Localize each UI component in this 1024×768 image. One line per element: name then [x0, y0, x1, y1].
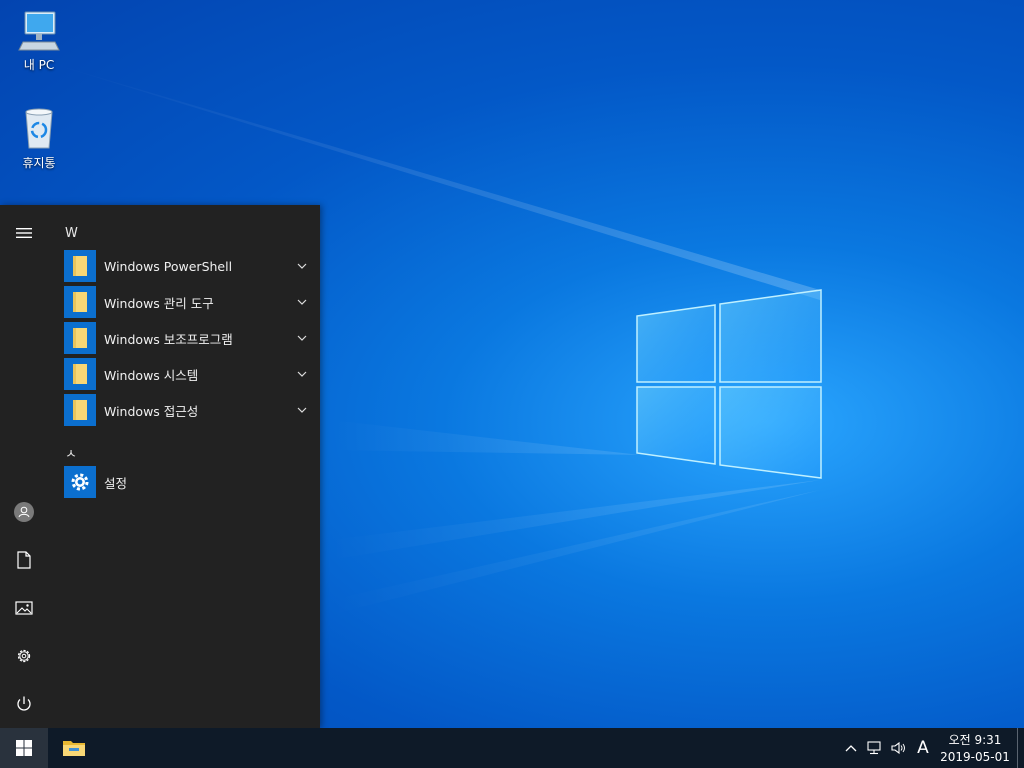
app-label: Windows 관리 도구 [104, 295, 214, 311]
desktop-icon-recycle-bin[interactable]: 휴지통 [6, 106, 72, 171]
file-explorer-icon [63, 741, 85, 756]
desktop-icon-label: 내 PC [23, 58, 55, 72]
app-label: Windows 시스템 [104, 367, 199, 383]
show-hidden-icons-button[interactable] [839, 728, 863, 768]
windows-logo-icon [16, 740, 32, 756]
volume-icon [891, 741, 905, 755]
start-menu: W Windows PowerShell Windows 관리 도구 Windo… [0, 205, 320, 728]
group-header-siot[interactable]: ㅅ [65, 443, 77, 462]
app-tile [64, 394, 96, 426]
settings-gear-icon [17, 649, 31, 663]
chevron-down-icon[interactable] [294, 366, 310, 382]
chevron-down-icon[interactable] [294, 402, 310, 418]
hamburger-menu-icon [16, 228, 32, 238]
chevron-up-icon [845, 745, 857, 752]
documents-button[interactable] [0, 538, 48, 582]
app-tile [64, 466, 96, 498]
this-pc-icon [18, 11, 60, 51]
settings-button[interactable] [0, 634, 48, 678]
chevron-down-icon[interactable] [294, 294, 310, 310]
settings-gear-icon [71, 473, 89, 491]
user-avatar-icon [14, 502, 34, 522]
power-icon [17, 696, 31, 711]
app-tile [64, 358, 96, 390]
app-folder-admin-tools[interactable]: Windows 관리 도구 [64, 285, 312, 319]
pictures-icon [15, 601, 33, 615]
app-folder-powershell[interactable]: Windows PowerShell [64, 249, 312, 283]
folder-icon [73, 292, 87, 312]
app-folder-system[interactable]: Windows 시스템 [64, 357, 312, 391]
group-header-w[interactable]: W [65, 226, 78, 241]
folder-icon [73, 364, 87, 384]
input-method-indicator[interactable]: A [911, 728, 935, 768]
folder-icon [73, 328, 87, 348]
app-list: W Windows PowerShell Windows 관리 도구 Windo… [52, 205, 320, 728]
expand-menu-button[interactable] [0, 211, 48, 255]
app-tile [64, 250, 96, 282]
clock-time: 오전 9:31 [948, 732, 1002, 747]
app-label: 설정 [104, 475, 128, 491]
app-label: Windows PowerShell [104, 258, 233, 274]
network-icon [867, 741, 881, 755]
clock[interactable]: 오전 9:31 2019-05-01 [935, 731, 1015, 766]
start-button[interactable] [0, 728, 48, 768]
clock-date: 2019-05-01 [940, 749, 1010, 764]
app-tile [64, 322, 96, 354]
user-account-button[interactable] [0, 490, 48, 534]
wallpaper-windows-logo [636, 289, 822, 479]
app-folder-accessibility[interactable]: Windows 접근성 [64, 393, 312, 427]
start-menu-rail [0, 205, 48, 728]
chevron-down-icon[interactable] [294, 258, 310, 274]
documents-icon [17, 551, 31, 569]
chevron-down-icon[interactable] [294, 330, 310, 346]
desktop-icon-label: 휴지통 [22, 156, 56, 170]
recycle-bin-icon [25, 108, 53, 149]
system-tray: A 오전 9:31 2019-05-01 [839, 728, 1024, 768]
app-folder-accessories[interactable]: Windows 보조프로그램 [64, 321, 312, 355]
app-settings[interactable]: 설정 [64, 465, 312, 499]
show-desktop-button[interactable] [1017, 728, 1024, 768]
power-button[interactable] [0, 682, 48, 726]
app-tile [64, 286, 96, 318]
taskbar-file-explorer[interactable] [50, 728, 98, 768]
app-label: Windows 보조프로그램 [104, 331, 233, 347]
desktop-icon-this-pc[interactable]: 내 PC [6, 8, 72, 73]
volume-button[interactable] [887, 728, 911, 768]
folder-icon [73, 400, 87, 420]
app-label: Windows 접근성 [104, 403, 199, 419]
pictures-button[interactable] [0, 586, 48, 630]
network-button[interactable] [863, 728, 887, 768]
taskbar: A 오전 9:31 2019-05-01 [0, 728, 1024, 768]
folder-icon [73, 256, 87, 276]
